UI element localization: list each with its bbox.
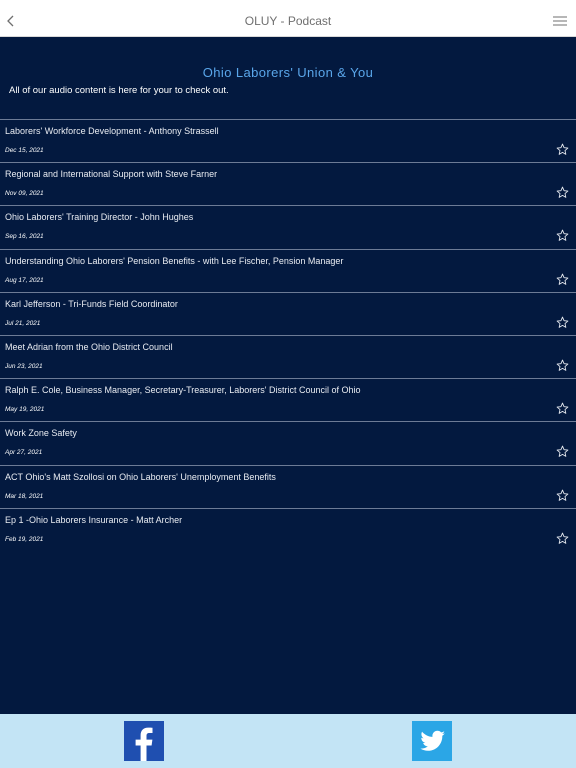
- episode-date: Feb 19, 2021: [5, 535, 44, 543]
- episode-date: Mar 18, 2021: [5, 492, 44, 500]
- episode-date: Nov 09, 2021: [5, 190, 44, 198]
- episode-date: Sep 16, 2021: [5, 233, 44, 241]
- podcast-description: All of our audio content is here for you…: [9, 85, 229, 96]
- episode-date: Jun 23, 2021: [5, 362, 43, 370]
- episode-row[interactable]: Understanding Ohio Laborers' Pension Ben…: [0, 250, 576, 293]
- episode-title: Understanding Ohio Laborers' Pension Ben…: [5, 255, 344, 266]
- favorite-star-icon[interactable]: [556, 143, 569, 156]
- episode-title: Karl Jefferson - Tri-Funds Field Coordin…: [5, 298, 178, 309]
- favorite-star-icon[interactable]: [556, 273, 569, 286]
- twitter-button[interactable]: [412, 721, 452, 761]
- episode-title: Regional and International Support with …: [5, 169, 218, 180]
- episode-date: Aug 17, 2021: [5, 276, 44, 284]
- episode-date: May 19, 2021: [5, 406, 45, 414]
- favorite-star-icon[interactable]: [556, 489, 569, 502]
- back-button[interactable]: [4, 12, 18, 30]
- episode-row[interactable]: Ep 1 -Ohio Laborers Insurance - Matt Arc…: [0, 509, 576, 552]
- favorite-star-icon[interactable]: [556, 402, 569, 415]
- episode-row[interactable]: Karl Jefferson - Tri-Funds Field Coordin…: [0, 293, 576, 336]
- episode-row[interactable]: Ralph E. Cole, Business Manager, Secreta…: [0, 379, 576, 423]
- podcast-title: Ohio Laborers' Union & You: [202, 65, 374, 80]
- favorite-star-icon[interactable]: [556, 186, 569, 199]
- episode-title: Ohio Laborers' Training Director - John …: [5, 212, 194, 223]
- episode-row[interactable]: ACT Ohio's Matt Szollosi on Ohio Laborer…: [0, 466, 576, 509]
- menu-button[interactable]: [552, 14, 568, 28]
- episode-row[interactable]: Laborers' Workforce Development - Anthon…: [0, 120, 576, 164]
- episode-title: ACT Ohio's Matt Szollosi on Ohio Laborer…: [5, 471, 276, 482]
- episode-row[interactable]: Meet Adrian from the Ohio District Counc…: [0, 336, 576, 380]
- episode-date: Dec 15, 2021: [5, 147, 44, 154]
- favorite-star-icon[interactable]: [556, 316, 569, 329]
- social-footer: [0, 714, 576, 768]
- episode-title: Work Zone Safety: [5, 428, 77, 439]
- episode-row[interactable]: Regional and International Support with …: [0, 163, 576, 207]
- episode-title: Meet Adrian from the Ohio District Counc…: [5, 341, 173, 352]
- chevron-left-icon: [7, 15, 14, 27]
- favorite-star-icon[interactable]: [556, 229, 569, 242]
- episode-title: Ep 1 -Ohio Laborers Insurance - Matt Arc…: [5, 514, 183, 525]
- page-title: OLUY - Podcast: [244, 14, 332, 28]
- episode-title: Laborers' Workforce Development - Anthon…: [5, 126, 219, 136]
- favorite-star-icon[interactable]: [556, 532, 569, 545]
- episode-date: Jul 21, 2021: [5, 319, 41, 327]
- episode-date: Apr 27, 2021: [5, 449, 43, 457]
- episode-title: Ralph E. Cole, Business Manager, Secreta…: [5, 385, 361, 396]
- facebook-icon: [135, 727, 153, 761]
- episode-row[interactable]: Ohio Laborers' Training Director - John …: [0, 206, 576, 250]
- episode-row[interactable]: Work Zone Safety Apr 27, 2021: [0, 422, 576, 466]
- hamburger-menu-icon: [553, 16, 567, 26]
- favorite-star-icon[interactable]: [556, 359, 569, 372]
- episode-list: Laborers' Workforce Development - Anthon…: [0, 119, 576, 552]
- facebook-button[interactable]: [124, 721, 164, 761]
- favorite-star-icon[interactable]: [556, 445, 569, 458]
- podcast-header: Ohio Laborers' Union & You All of our au…: [0, 37, 576, 119]
- top-navigation-bar: OLUY - Podcast: [0, 0, 576, 37]
- twitter-icon: [420, 730, 445, 751]
